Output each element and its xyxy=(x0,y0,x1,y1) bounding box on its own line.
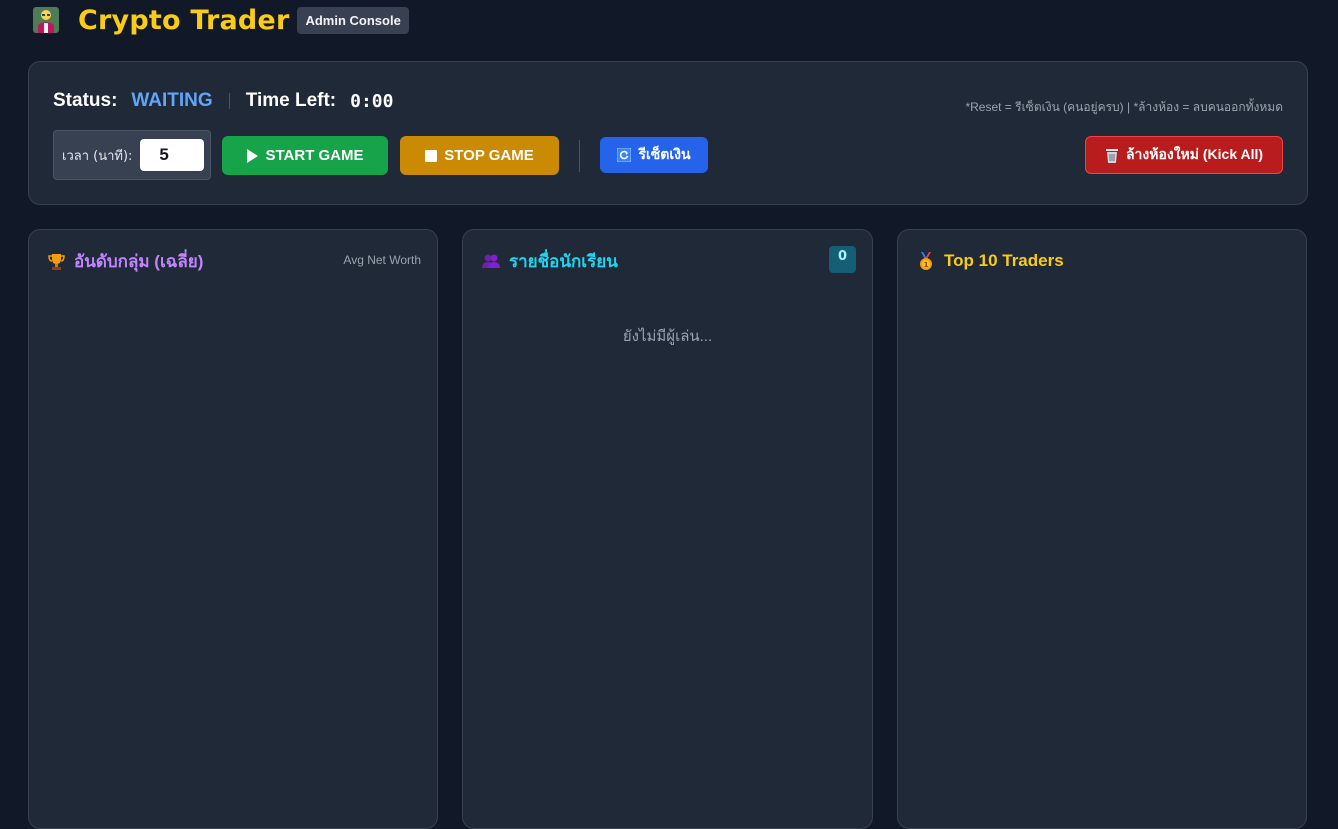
time-left-label: Time Left: xyxy=(245,90,337,111)
control-panel: Status: WAITING Time Left: 0:00 *Reset =… xyxy=(28,61,1308,205)
kick-all-label: ล้างห้องใหม่ (Kick All) xyxy=(1125,146,1264,162)
student-list-header: รายชื่อนักเรียน xyxy=(482,248,618,274)
trophy-icon xyxy=(48,253,65,270)
avg-net-worth-label: Avg Net Worth xyxy=(343,253,421,267)
status-divider xyxy=(228,93,230,109)
stop-icon xyxy=(425,149,438,162)
play-icon xyxy=(246,148,259,163)
status-row: Status: WAITING Time Left: 0:00 xyxy=(53,88,393,114)
button-divider xyxy=(579,140,580,172)
stop-game-label: STOP GAME xyxy=(444,147,534,164)
stop-game-button[interactable]: STOP GAME xyxy=(400,136,559,175)
top-traders-panel: 1 Top 10 Traders xyxy=(897,229,1307,829)
group-ranking-panel: อันดับกลุ่ม (เฉลี่ย) Avg Net Worth xyxy=(28,229,438,829)
status-label: Status: xyxy=(53,90,118,111)
student-list-title: รายชื่อนักเรียน xyxy=(509,251,618,271)
duration-input[interactable] xyxy=(140,139,205,171)
trash-icon xyxy=(1105,148,1119,163)
teacher-icon xyxy=(30,5,62,35)
svg-text:1: 1 xyxy=(924,261,929,269)
duration-control: เวลา (นาที): xyxy=(53,130,211,180)
users-icon xyxy=(482,253,500,269)
refresh-icon xyxy=(617,148,632,162)
kick-all-button[interactable]: ล้างห้องใหม่ (Kick All) xyxy=(1085,136,1283,174)
top-traders-title: Top 10 Traders xyxy=(944,251,1064,270)
top-traders-header: 1 Top 10 Traders xyxy=(917,248,1064,274)
status-value: WAITING xyxy=(131,90,213,111)
start-game-button[interactable]: START GAME xyxy=(222,136,388,175)
time-left-value: 0:00 xyxy=(350,90,394,112)
student-list-panel: รายชื่อนักเรียน 0 ยังไม่มีผู้เล่น... xyxy=(462,229,873,829)
reset-money-button[interactable]: รีเซ็ตเงิน xyxy=(600,137,708,173)
player-count-badge: 0 xyxy=(829,246,856,273)
app-header: Crypto Trader Admin Console xyxy=(30,2,409,38)
group-ranking-header: อันดับกลุ่ม (เฉลี่ย) xyxy=(48,248,203,274)
start-game-label: START GAME xyxy=(265,147,364,164)
hint-text: *Reset = รีเซ็ตเงิน (คนอยู่ครบ) | *ล้างห… xyxy=(965,100,1283,114)
reset-money-label: รีเซ็ตเงิน xyxy=(638,146,691,162)
admin-badge: Admin Console xyxy=(297,6,409,34)
group-ranking-title: อันดับกลุ่ม (เฉลี่ย) xyxy=(74,251,204,271)
app-title: Crypto Trader xyxy=(78,4,290,36)
empty-player-text: ยังไม่มีผู้เล่น... xyxy=(622,328,713,345)
medal-icon: 1 xyxy=(917,251,935,271)
duration-label: เวลา (นาที): xyxy=(62,148,133,164)
